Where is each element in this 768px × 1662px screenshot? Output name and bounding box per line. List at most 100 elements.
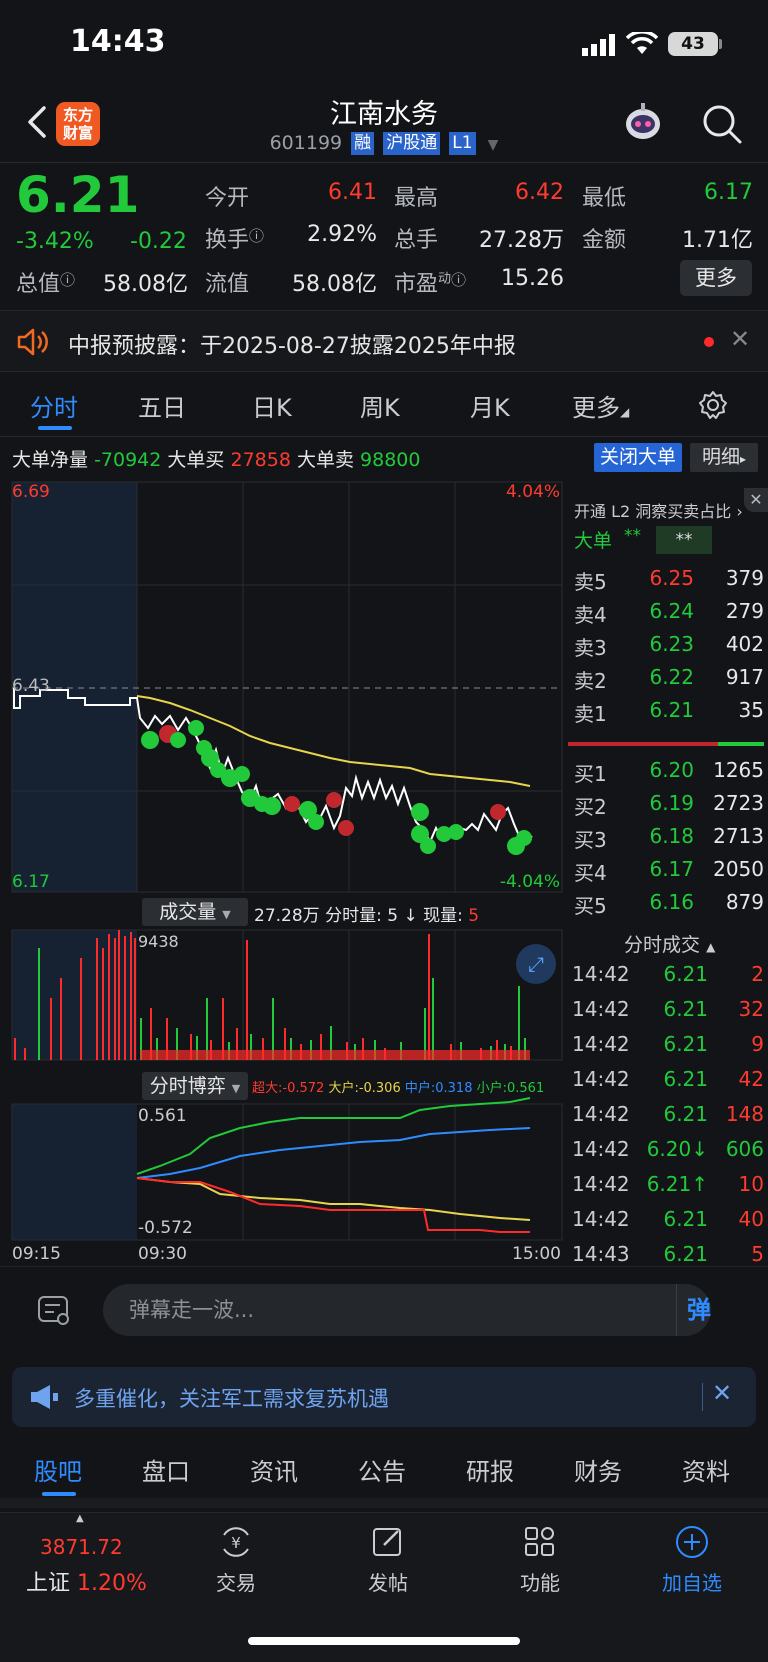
trade-row: 14:42 6.21 9 xyxy=(564,1032,764,1067)
close-big-order-button[interactable]: 关闭大单 xyxy=(594,443,682,472)
turnover-value: 2.92% xyxy=(307,222,377,247)
function-button[interactable]: 功能 xyxy=(490,1523,590,1596)
caret-right-icon: ▸ xyxy=(739,452,747,466)
tab-news[interactable]: 资讯 xyxy=(250,1452,298,1487)
volume-value: 27.28万 xyxy=(479,228,564,253)
game-min-label: -0.572 xyxy=(138,1218,193,1238)
info-icon[interactable]: ⓘ xyxy=(249,227,264,245)
dropdown-icon: ▼ xyxy=(231,1082,241,1095)
tab-five-day[interactable]: 五日 xyxy=(138,388,186,423)
bid-price: 6.19 xyxy=(649,791,694,815)
ask-row[interactable]: 卖4 6.24 279 xyxy=(564,599,764,631)
settings-gear-icon[interactable] xyxy=(698,390,728,420)
volume-total: 27.28万 xyxy=(254,906,320,926)
close-icon[interactable]: ✕ xyxy=(712,1379,732,1407)
bid-row[interactable]: 买4 6.17 2050 xyxy=(564,857,764,889)
small-holder-line xyxy=(136,1097,531,1175)
ask-row[interactable]: 卖5 6.25 379 xyxy=(564,566,764,598)
ask-row[interactable]: 卖3 6.23 402 xyxy=(564,632,764,664)
l2-promo[interactable]: 开通 L2 洞察买卖占比 › xyxy=(574,498,743,522)
detail-button[interactable]: 明细▸ xyxy=(690,443,758,472)
tag-level: L1 xyxy=(449,132,476,155)
tab-profile[interactable]: 资料 xyxy=(682,1452,730,1487)
low-label: 最低 xyxy=(582,186,627,211)
intraday-chart[interactable] xyxy=(0,478,564,1258)
ask-row[interactable]: 卖2 6.22 917 xyxy=(564,665,764,697)
legend-super: 超大:-0.572 xyxy=(252,1081,325,1096)
bid-label: 买3 xyxy=(574,828,607,852)
tab-finance[interactable]: 财务 xyxy=(574,1452,622,1487)
more-button[interactable]: 更多 xyxy=(680,260,752,296)
bid-label: 买4 xyxy=(574,861,607,885)
tab-research[interactable]: 研报 xyxy=(466,1452,514,1487)
tab-forum[interactable]: 股吧 xyxy=(34,1452,82,1487)
tab-announcement[interactable]: 公告 xyxy=(358,1452,406,1487)
status-bar: 14:43 43 xyxy=(0,0,768,88)
game-selector[interactable]: 分时博弈 ▼ xyxy=(142,1072,248,1100)
tab-monthly-k[interactable]: 月K xyxy=(470,388,510,423)
trade-row: 14:42 6.20↓ 606 xyxy=(564,1137,764,1172)
post-button[interactable]: 发帖 xyxy=(338,1523,438,1596)
index-pct: 1.20% xyxy=(77,1571,147,1596)
pe-label: 市盈动ⓘ xyxy=(394,266,466,298)
plus-circle-icon xyxy=(676,1526,708,1558)
average-price-line xyxy=(136,695,531,787)
tag-margin: 融 xyxy=(351,132,375,155)
legend-large: 大户:-0.306 xyxy=(328,1081,401,1096)
bid-row[interactable]: 买5 6.16 879 xyxy=(564,890,764,922)
search-icon[interactable] xyxy=(700,102,744,146)
game-legend: 超大:-0.572 大户:-0.306 中户:0.318 小户:0.561 xyxy=(252,1077,544,1096)
ask-volume: 35 xyxy=(738,698,764,722)
tab-more[interactable]: 更多◢ xyxy=(572,388,629,423)
open-label: 今开 xyxy=(205,186,250,211)
promo-banner[interactable]: 多重催化，关注军工需求复苏机遇 ✕ xyxy=(12,1367,756,1427)
tab-daily-k[interactable]: 日K xyxy=(252,388,292,423)
change-amount: -0.22 xyxy=(130,229,187,254)
ratio-bar-bid xyxy=(718,742,764,746)
bid-row[interactable]: 买1 6.20 1265 xyxy=(564,758,764,790)
ratio-bar-ask xyxy=(568,742,718,746)
trade-volume: 40 xyxy=(738,1207,764,1231)
add-watchlist-button[interactable]: 加自选 xyxy=(642,1523,742,1596)
info-icon[interactable]: ⓘ xyxy=(60,271,75,289)
index-value[interactable]: 3871.72 xyxy=(40,1535,123,1559)
danmu-settings-icon[interactable] xyxy=(36,1292,72,1328)
trade-volume: 148 xyxy=(725,1102,764,1126)
info-icon[interactable]: ⓘ xyxy=(451,271,466,289)
bid-label: 买5 xyxy=(574,894,607,918)
trades-title-text: 分时成交 xyxy=(624,934,701,956)
robot-assistant-icon[interactable] xyxy=(620,100,666,146)
trade-row: 14:42 6.21 2 xyxy=(564,962,764,997)
tab-handicap[interactable]: 盘口 xyxy=(142,1452,190,1487)
volume-info: 27.28万 分时量: 5 ↓ 现量: 5 xyxy=(254,901,479,926)
trades-title[interactable]: 分时成交 ▲ xyxy=(624,930,715,957)
close-panel-icon[interactable]: ✕ xyxy=(744,488,768,512)
trade-price: 6.21 xyxy=(663,1207,708,1231)
trade-row: 14:42 6.21 32 xyxy=(564,997,764,1032)
trade-price: 6.21 xyxy=(663,1032,708,1056)
trade-price: 6.21 xyxy=(663,1102,708,1126)
danmu-toggle-button[interactable]: 弹 xyxy=(676,1284,711,1336)
danmu-input[interactable]: 弹幕走一波... xyxy=(103,1284,711,1336)
ask-row[interactable]: 卖1 6.21 35 xyxy=(564,698,764,730)
trade-button[interactable]: ¥ 交易 xyxy=(186,1523,286,1596)
volume-selector[interactable]: 成交量 ▼ xyxy=(142,898,248,926)
dropdown-caret-icon[interactable]: ▼ xyxy=(488,137,499,153)
tab-weekly-k[interactable]: 周K xyxy=(360,388,400,423)
close-icon[interactable]: ✕ xyxy=(730,325,750,353)
bid-price: 6.18 xyxy=(649,824,694,848)
expand-icon[interactable]: ⤢ xyxy=(516,944,556,984)
tab-intraday[interactable]: 分时 xyxy=(30,388,78,423)
trade-row: 14:42 6.21 40 xyxy=(564,1207,764,1242)
divider xyxy=(0,1498,768,1508)
bid-row[interactable]: 买2 6.19 2723 xyxy=(564,791,764,823)
index-line[interactable]: 上证 1.20% xyxy=(26,1565,147,1597)
ask-label: 卖2 xyxy=(574,669,607,693)
ask-label: 卖3 xyxy=(574,636,607,660)
bid-row[interactable]: 买3 6.18 2713 xyxy=(564,824,764,856)
turnover-label-text: 换手 xyxy=(205,228,250,253)
tab-active-indicator xyxy=(38,426,72,430)
pe-value: 15.26 xyxy=(501,266,564,291)
trade-volume: 32 xyxy=(738,997,764,1021)
notice-bar[interactable]: 中报预披露：于2025-08-27披露2025年中报 ✕ xyxy=(0,310,768,372)
